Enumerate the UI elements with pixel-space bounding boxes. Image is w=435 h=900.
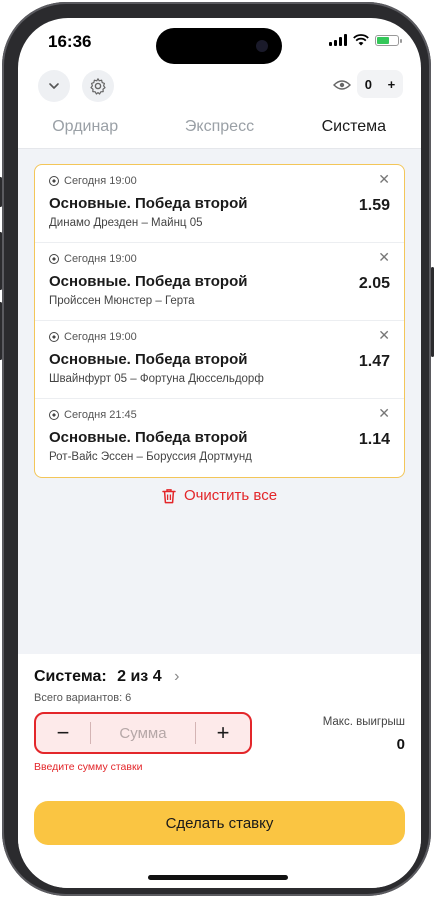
system-selector[interactable]: Система: 2 из 4 ›: [34, 668, 179, 686]
football-icon: [49, 410, 59, 420]
status-time: 16:36: [48, 32, 92, 51]
signal-icon: [329, 34, 347, 46]
bet-time: Сегодня 19:00: [64, 331, 137, 343]
system-value: 2 из 4: [117, 668, 162, 685]
stake-error-message: Введите сумму ставки: [34, 761, 143, 773]
counter-plus-icon[interactable]: +: [388, 77, 396, 92]
remove-bet-icon[interactable]: ✕: [378, 249, 390, 266]
bet-item: Сегодня 19:00 Основные. Победа второй Пр…: [35, 243, 404, 321]
stake-plus-button[interactable]: +: [196, 722, 250, 744]
collapse-button[interactable]: [38, 70, 70, 102]
bet-odds: 1.59: [358, 197, 390, 214]
side-button: [0, 177, 2, 207]
bet-time: Сегодня 19:00: [64, 253, 137, 265]
status-bar: 16:36: [18, 18, 421, 68]
bet-teams: Швайнфурт 05 – Фортуна Дюссельдорф: [49, 373, 264, 385]
bet-odds: 2.05: [358, 275, 390, 292]
football-icon: [49, 176, 59, 186]
screen: 16:36 0 + Ординар Экспресс Система Сегод…: [18, 18, 421, 888]
settings-button[interactable]: [82, 70, 114, 102]
stake-input[interactable]: [91, 723, 195, 743]
place-bet-button[interactable]: Сделать ставку: [34, 801, 405, 845]
dynamic-island: [156, 28, 282, 64]
battery-icon: [375, 34, 402, 46]
remove-bet-icon[interactable]: ✕: [378, 405, 390, 422]
coupon-counter[interactable]: 0 +: [357, 70, 403, 98]
bet-teams: Рот-Вайс Эссен – Боруссия Дортмунд: [49, 451, 252, 463]
system-label: Система:: [34, 668, 107, 685]
remove-bet-icon[interactable]: ✕: [378, 171, 390, 188]
bet-item: Сегодня 21:45 Основные. Победа второй Ро…: [35, 399, 404, 477]
clear-all-label: Очистить все: [183, 487, 278, 504]
coupon-list: Сегодня 19:00 Основные. Победа второй Ди…: [34, 164, 405, 478]
counter-value: 0: [364, 76, 373, 92]
bet-odds: 1.47: [358, 353, 390, 370]
chevron-down-icon: [49, 83, 59, 89]
bet-slip-sheet: Система: 2 из 4 › Всего вариантов: 6 − +…: [18, 654, 421, 888]
trash-icon: [162, 488, 176, 503]
bet-teams: Пройссен Мюнстер – Герта: [49, 295, 195, 307]
tab-system[interactable]: Система: [286, 114, 421, 154]
power-button: [431, 267, 434, 357]
bet-odds: 1.14: [358, 431, 390, 448]
max-win: Макс. выигрыш 0: [323, 716, 405, 753]
bet-type-tabs: Ординар Экспресс Система: [18, 114, 421, 154]
coupon-content: Сегодня 19:00 Основные. Победа второй Ди…: [18, 149, 421, 654]
bet-time: Сегодня 19:00: [64, 175, 137, 187]
status-icons: [329, 34, 402, 46]
chevron-right-icon: ›: [174, 668, 180, 685]
home-indicator: [148, 875, 288, 880]
bet-time: Сегодня 21:45: [64, 409, 137, 421]
stake-stepper: − +: [34, 712, 252, 754]
volume-up-button: [0, 232, 2, 290]
phone-frame: 16:36 0 + Ординар Экспресс Система Сегод…: [0, 2, 434, 896]
stake-minus-button[interactable]: −: [36, 722, 90, 744]
gear-icon: [90, 78, 106, 95]
football-icon: [49, 254, 59, 264]
top-controls: 0 +: [18, 70, 421, 106]
max-win-label: Макс. выигрыш: [322, 716, 405, 728]
visibility-toggle[interactable]: [333, 78, 351, 96]
bet-market: Основные. Победа второй: [49, 273, 248, 290]
bet-market: Основные. Победа второй: [49, 195, 248, 212]
bet-item: Сегодня 19:00 Основные. Победа второй Ди…: [35, 165, 404, 243]
bet-item: Сегодня 19:00 Основные. Победа второй Шв…: [35, 321, 404, 399]
eye-icon: [333, 80, 351, 90]
variants-count: Всего вариантов: 6: [34, 692, 132, 704]
remove-bet-icon[interactable]: ✕: [378, 327, 390, 344]
tab-single[interactable]: Ординар: [18, 114, 152, 148]
volume-down-button: [0, 302, 2, 360]
tab-express[interactable]: Экспресс: [152, 114, 286, 148]
bet-market: Основные. Победа второй: [49, 429, 248, 446]
max-win-value: 0: [396, 736, 405, 753]
bet-teams: Динамо Дрезден – Майнц 05: [49, 217, 203, 229]
bet-market: Основные. Победа второй: [49, 351, 248, 368]
football-icon: [49, 332, 59, 342]
clear-all-button[interactable]: Очистить все: [18, 487, 421, 504]
camera-icon: [256, 40, 268, 52]
wifi-icon: [353, 34, 369, 46]
